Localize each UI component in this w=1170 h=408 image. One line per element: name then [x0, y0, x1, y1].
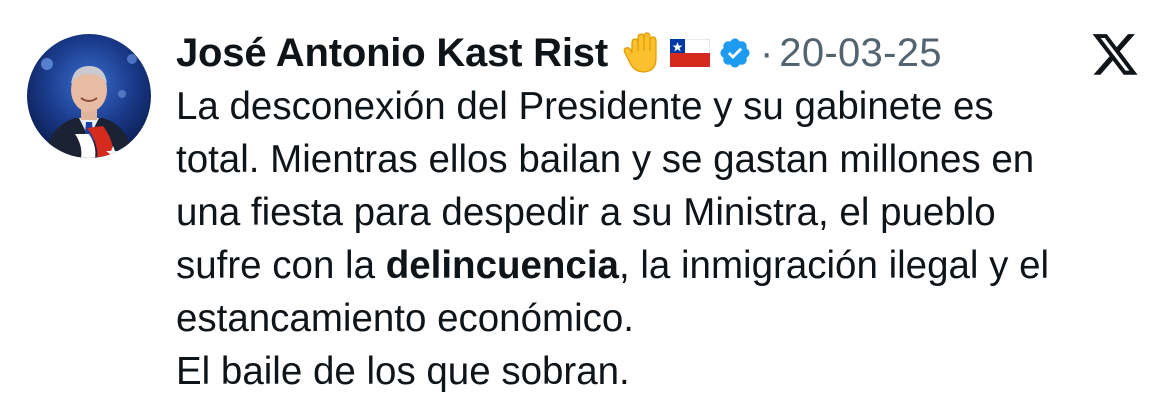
tweet-text-line: El baile de los que sobran.	[176, 350, 630, 393]
author-name[interactable]: José Antonio Kast Rist	[176, 31, 608, 76]
tweet-text-line: total. Mientras ellos bailan y se gastan…	[176, 138, 1035, 181]
header-separator: ·	[759, 30, 774, 75]
verified-badge-icon[interactable]	[718, 36, 752, 70]
x-logo-icon[interactable]	[1090, 34, 1140, 80]
tweet-text-line: estancamiento económico.	[176, 297, 634, 340]
tweet-header: José Antonio Kast Rist · 20-03-25	[176, 26, 942, 80]
tweet-text-line: La desconexión del Presidente y su gabin…	[176, 85, 994, 128]
tweet-text: La desconexión del Presidente y su gabin…	[176, 80, 1166, 398]
author-avatar[interactable]	[27, 34, 151, 158]
tweet-text-segment: sufre con la	[176, 244, 386, 287]
tweet-text-line: una fiesta para despedir a su Ministra, …	[176, 191, 996, 234]
tweet-text-segment: , la inmigración ilegal y el	[618, 244, 1050, 287]
chile-flag-icon	[669, 39, 710, 67]
tweet-text-line: sufre con la delincuencia, la inmigració…	[176, 239, 1166, 292]
tweet-timestamp[interactable]: 20-03-25	[779, 31, 942, 76]
raised-hand-icon	[622, 31, 666, 75]
tweet-text-bold: delincuencia	[385, 244, 619, 287]
